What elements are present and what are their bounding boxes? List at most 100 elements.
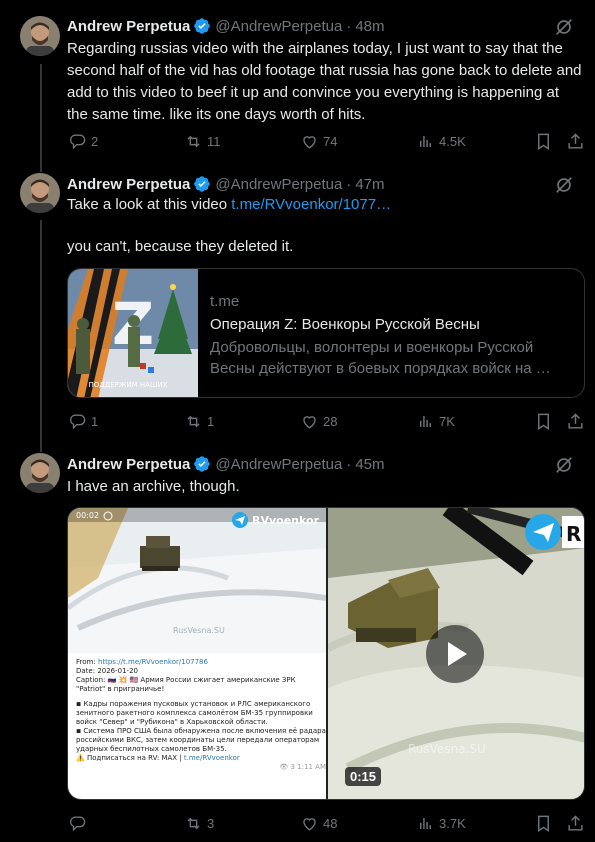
heart-icon	[303, 817, 316, 831]
views-button[interactable]: 4.5K	[416, 132, 466, 151]
views-icon	[420, 135, 431, 147]
thread-line	[40, 64, 42, 172]
video-duration: 0:15	[345, 767, 382, 786]
views-button[interactable]: 3.7K	[416, 814, 466, 833]
like-button[interactable]: 28	[300, 412, 337, 431]
author-name[interactable]: Andrew Perpetua	[67, 456, 190, 473]
avatar[interactable]	[20, 16, 60, 56]
play-icon	[448, 642, 467, 666]
like-button[interactable]: 48	[300, 814, 337, 833]
tweet-header: Andrew Perpetua @AndrewPerpetua · 48m	[67, 16, 385, 36]
views-count: 4.5K	[439, 133, 466, 149]
repost-count: 1	[207, 413, 215, 429]
views-icon	[420, 415, 431, 427]
card-description: Добровольцы, волонтеры и военкоры Русско…	[210, 339, 551, 377]
video-timestamp: 00:02	[76, 511, 99, 520]
archive-text: From: https://t.me/RVvoenkor/107786 Date…	[76, 658, 326, 772]
reply-count: 2	[91, 133, 99, 149]
channel-label: RVvoenkor	[252, 514, 320, 527]
grok-icon[interactable]	[553, 174, 575, 196]
action-bar: 3 48 3.7K	[60, 812, 590, 834]
like-button[interactable]: 74	[300, 132, 337, 151]
repost-button[interactable]: 3	[184, 814, 214, 833]
tweet-header: Andrew Perpetua @AndrewPerpetua · 45m	[67, 454, 385, 474]
author-handle[interactable]: @AndrewPerpetua	[215, 456, 342, 473]
avatar[interactable]	[20, 173, 60, 213]
action-bar: 1 1 28 7K	[60, 410, 590, 432]
card-domain: t.me	[210, 293, 240, 310]
link-preview-card[interactable]: Z ПОДДЕРЖИМ НАШИХ t.me Операция Z: Военк…	[67, 268, 585, 398]
bookmark-icon[interactable]	[534, 814, 553, 833]
tweet-text-prefix: Take a look at this video	[67, 196, 232, 213]
archive-screenshot[interactable]: 00:02 RVvoenkor RusVesna.SU From: https:…	[68, 508, 326, 799]
reply-icon	[70, 815, 86, 831]
reply-icon	[70, 413, 86, 429]
channel-label: R	[566, 522, 581, 546]
separator: ·	[346, 175, 352, 193]
bookmark-icon[interactable]	[534, 132, 553, 151]
verified-badge-icon	[194, 176, 211, 192]
heart-icon	[303, 415, 316, 429]
author-name[interactable]: Andrew Perpetua	[67, 18, 190, 35]
media-attachment[interactable]: 00:02 RVvoenkor RusVesna.SU From: https:…	[67, 507, 585, 800]
from-label: From:	[76, 658, 98, 666]
card-image-caption: ПОДДЕРЖИМ НАШИХ	[89, 381, 168, 389]
card-title: Операция Z: Военкоры Русской Весны	[210, 316, 480, 333]
author-handle[interactable]: @AndrewPerpetua	[215, 18, 342, 35]
repost-icon	[187, 135, 200, 147]
archive-meta: 👁 3 1:11 AM	[279, 763, 326, 771]
watermark: RusVesna.SU	[173, 626, 225, 635]
action-bar: 2 11 74 4.5K	[60, 130, 590, 152]
reply-button[interactable]	[68, 814, 91, 833]
grok-icon[interactable]	[553, 16, 575, 38]
repost-count: 11	[207, 133, 221, 149]
heart-icon	[303, 135, 316, 149]
play-button[interactable]	[426, 625, 484, 683]
timestamp[interactable]: 47m	[355, 176, 384, 193]
share-icon[interactable]	[566, 412, 585, 431]
share-icon[interactable]	[566, 132, 585, 151]
reply-button[interactable]: 2	[68, 132, 98, 151]
author-handle[interactable]: @AndrewPerpetua	[215, 176, 342, 193]
thread-line	[40, 220, 42, 452]
like-count: 28	[323, 413, 338, 429]
repost-icon	[187, 817, 200, 829]
like-count: 48	[323, 815, 338, 831]
archive-subscribe: ⚠️ Подписаться на RV: MAX |	[76, 754, 184, 762]
tweet-header: Andrew Perpetua @AndrewPerpetua · 47m	[67, 174, 385, 194]
archive-subscribe-link[interactable]: t.me/RVvoenkor	[184, 754, 240, 762]
archive-date: Date: 2026-01-20	[76, 667, 138, 675]
views-button[interactable]: 7K	[416, 412, 455, 431]
separator: ·	[346, 455, 352, 473]
archive-bullet: ◾ Кадры поражения пусковых установок и Р…	[76, 700, 313, 726]
grok-icon[interactable]	[553, 454, 575, 476]
views-icon	[420, 817, 431, 829]
archive-caption: Caption: 🇷🇺 💥 🇺🇸 Армия России сжигает ам…	[76, 676, 296, 693]
views-count: 7K	[439, 413, 455, 429]
card-thumbnail: Z ПОДДЕРЖИМ НАШИХ	[68, 269, 198, 397]
reply-button[interactable]: 1	[68, 412, 98, 431]
repost-button[interactable]: 1	[184, 412, 214, 431]
reply-count: 1	[91, 413, 99, 429]
verified-badge-icon	[194, 456, 211, 472]
views-count: 3.7K	[439, 815, 466, 831]
tweet-text: I have an archive, though.	[67, 478, 240, 495]
tweet-text: Take a look at this video t.me/RVvoenkor…	[67, 194, 583, 216]
archive-bullet: ◾ Система ПРО США была обнаружена после …	[76, 727, 326, 753]
bookmark-icon[interactable]	[534, 412, 553, 431]
verified-badge-icon	[194, 18, 211, 34]
separator: ·	[346, 17, 352, 35]
repost-count: 3	[207, 815, 215, 831]
avatar[interactable]	[20, 453, 60, 493]
repost-icon	[187, 415, 200, 427]
tweet-text-secondary: you can't, because they deleted it.	[67, 238, 294, 255]
repost-button[interactable]: 11	[184, 132, 221, 151]
like-count: 74	[323, 133, 338, 149]
timestamp[interactable]: 48m	[355, 18, 384, 35]
timestamp[interactable]: 45m	[355, 456, 384, 473]
tweet-link[interactable]: t.me/RVvoenkor/1077…	[231, 196, 391, 213]
tweet-text: Regarding russias video with the airplan…	[67, 40, 582, 123]
share-icon[interactable]	[566, 814, 585, 833]
source-link[interactable]: https://t.me/RVvoenkor/107786	[98, 658, 208, 666]
author-name[interactable]: Andrew Perpetua	[67, 176, 190, 193]
